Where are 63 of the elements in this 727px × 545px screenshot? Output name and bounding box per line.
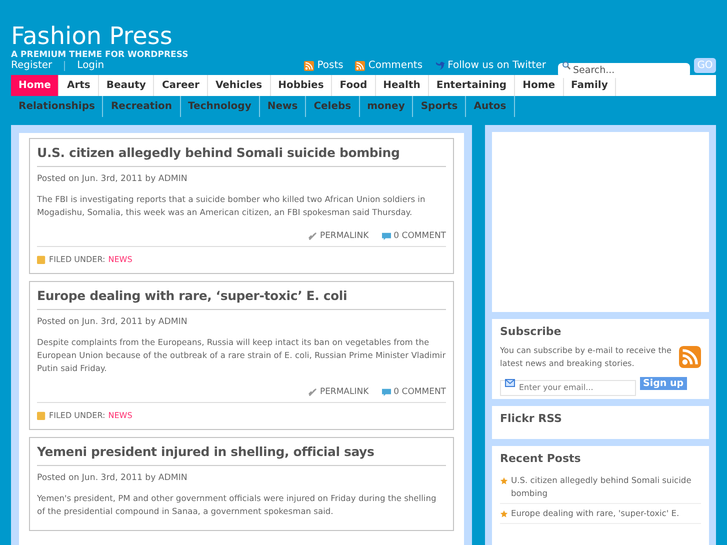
menu-item[interactable]: Food	[332, 75, 376, 96]
post-meta: Posted on Jun. 3rd, 2011 by ADMIN	[37, 174, 188, 184]
widget-title: Recent Posts	[500, 452, 582, 465]
speech-bubble-icon	[382, 232, 391, 240]
post-excerpt: Yemen's president, PM and other government officials were injured on Friday during the shelling of the presidential compound in Sanaa, a government spokesman said.	[37, 492, 438, 518]
rss-icon	[679, 346, 701, 368]
menu-item[interactable]: Health	[376, 75, 429, 96]
widget-title: Flickr RSS	[500, 412, 563, 425]
star-icon	[500, 477, 508, 485]
recent-post-link[interactable]: Europe dealing with rare, 'super-toxic' E.	[511, 507, 680, 520]
subscribe-text: You can subscribe by e-mail to receive the latest news and breaking stories.	[500, 344, 672, 370]
menu-item[interactable]: Arts	[59, 75, 99, 96]
menu-item[interactable]: Home	[11, 75, 60, 96]
rss-icon	[355, 60, 366, 70]
search-field[interactable]: Search...	[558, 63, 690, 78]
email-field[interactable]: Enter your email...	[500, 380, 636, 396]
bird-icon	[434, 60, 445, 70]
site-title[interactable]: Fashion Press	[11, 22, 172, 50]
top-link[interactable]: Login	[77, 60, 104, 71]
recent-post-link[interactable]: U.S. citizen allegedly behind Somali suicide bombing	[511, 474, 701, 500]
menu-item[interactable]: Sports	[413, 96, 466, 117]
menu-item[interactable]: Family	[564, 75, 616, 96]
site-tagline: A PREMIUM THEME FOR WORDPRESS	[11, 50, 188, 60]
post-title[interactable]: U.S. citizen allegedly behind Somali suicide bombing	[37, 143, 446, 167]
menu-item[interactable]: Technology	[180, 96, 260, 117]
filed-label: FILED UNDER:	[49, 411, 106, 420]
menu-item[interactable]: money	[360, 96, 414, 117]
feed-link[interactable]: Comments	[355, 60, 423, 71]
menu-item[interactable]: Hobbies	[270, 75, 332, 96]
top-link[interactable]: Register	[11, 60, 52, 71]
post-excerpt: The FBI is investigating reports that a suicide bomber who killed two African Union soldiers in Mogadishu, Somalia, this week was an American citizen, an FBI spokesman said Thursday.	[37, 193, 426, 219]
filed-label: FILED UNDER:	[49, 255, 106, 264]
folder-icon	[37, 411, 46, 420]
feed-link[interactable]: Posts	[304, 60, 344, 71]
permalink-link[interactable]: PERMALINK	[320, 231, 369, 241]
menu-item[interactable]: Autos	[466, 96, 515, 117]
post-title[interactable]: Europe dealing with rare, ‘super-toxic’ E. coli	[37, 286, 446, 310]
speech-bubble-icon	[382, 388, 391, 396]
widget-title: Subscribe	[500, 325, 562, 338]
comment-link[interactable]: 0 COMMENT	[394, 387, 446, 397]
menu-item[interactable]: Beauty	[98, 75, 154, 96]
post-excerpt: Despite complaints from the Europeans, Russia will keep intact its ban on vegetables from the European Union because of the outbreak of a rare strain of E. coli, Russian Prime Minister Vladimir Putin said Friday.	[37, 336, 446, 375]
search-icon	[562, 61, 571, 70]
folder-icon	[37, 255, 46, 264]
menu-item[interactable]: Entertaining	[428, 75, 516, 96]
post-meta: Posted on Jun. 3rd, 2011 by ADMIN	[37, 317, 188, 327]
envelope-icon	[505, 379, 515, 387]
menu-item[interactable]: Celebs	[306, 96, 360, 117]
permalink-link[interactable]: PERMALINK	[320, 387, 369, 397]
menu-item[interactable]: Career	[154, 75, 208, 96]
menu-item[interactable]: News	[260, 96, 306, 117]
menu-item[interactable]: Vehicles	[208, 75, 271, 96]
menu-item[interactable]: Relationships	[11, 96, 104, 117]
star-icon	[500, 510, 508, 518]
menu-item[interactable]: Home	[515, 75, 564, 96]
post-title[interactable]: Yemeni president injured in shelling, official says	[37, 442, 446, 466]
feed-link[interactable]: Follow us on Twitter	[434, 60, 546, 71]
menu-item[interactable]: Recreation	[103, 96, 181, 117]
category-link[interactable]: NEWS	[108, 255, 132, 264]
category-link[interactable]: NEWS	[108, 411, 132, 420]
rss-icon	[304, 60, 314, 70]
comment-link[interactable]: 0 COMMENT	[394, 231, 446, 241]
post-meta: Posted on Jun. 3rd, 2011 by ADMIN	[37, 473, 188, 483]
